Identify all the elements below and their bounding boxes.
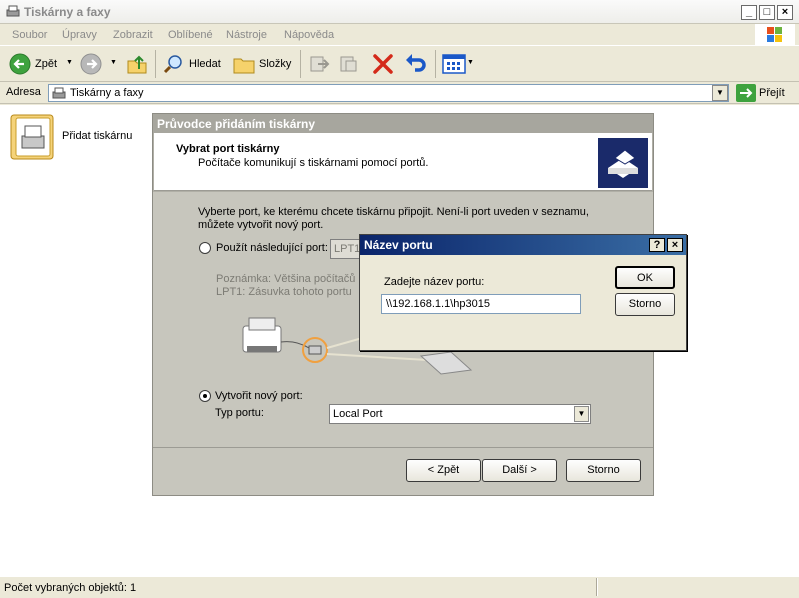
port-name-prompt: Zadejte název portu: (384, 276, 485, 288)
up-folder-icon[interactable] (126, 53, 148, 75)
menu-bar: Soubor Úpravy Zobrazit Oblíbené Nástroje… (0, 24, 799, 46)
views-icon[interactable] (442, 53, 466, 75)
create-new-port-radio[interactable] (199, 390, 211, 402)
menu-oblibene[interactable]: Oblíbené (168, 29, 213, 41)
forward-dropdown-icon[interactable]: ▼ (110, 59, 117, 66)
printer-folder-icon (52, 87, 66, 99)
create-new-port-label[interactable]: Vytvořit nový port: (215, 390, 303, 402)
existing-port-value: LPT1 (334, 243, 361, 255)
chevron-down-icon[interactable]: ▼ (574, 406, 589, 422)
window-title: Tiskárny a faxy (24, 5, 111, 19)
back-dropdown-icon[interactable]: ▼ (66, 59, 73, 66)
note-line1: Poznámka: Většina počítačů (216, 273, 356, 285)
add-printer-label[interactable]: Přidat tiskárnu (62, 130, 132, 142)
wizard-next-button[interactable]: Další > (482, 459, 557, 482)
minimize-button[interactable]: _ (741, 5, 757, 20)
port-type-label: Typ portu: (215, 407, 264, 419)
forward-arrow-icon[interactable] (80, 53, 102, 75)
views-dropdown-icon[interactable]: ▼ (467, 59, 474, 66)
port-type-select[interactable]: Local Port ▼ (329, 404, 591, 424)
windows-logo-icon (755, 24, 795, 46)
go-arrow-icon[interactable] (736, 84, 756, 102)
undo-icon[interactable] (403, 52, 427, 76)
close-button[interactable]: × (777, 5, 793, 20)
ok-button[interactable]: OK (615, 266, 675, 289)
dialog-close-button[interactable]: × (667, 238, 683, 252)
port-name-field[interactable] (382, 295, 580, 313)
note-line2: LPT1: Zásuvka tohoto portu (216, 286, 352, 298)
folders-button-label[interactable]: Složky (259, 58, 291, 70)
use-existing-port-label[interactable]: Použít následující port: (216, 242, 328, 254)
wizard-back-button[interactable]: < Zpět (406, 459, 481, 482)
wizard-divider (153, 447, 653, 448)
menu-nastroje[interactable]: Nástroje (226, 29, 267, 41)
dialog-cancel-button[interactable]: Storno (615, 293, 675, 316)
wizard-header-title: Vybrat port tiskárny (176, 143, 280, 155)
wizard-instruction-line2: můžete vytvořit nový port. (198, 219, 324, 231)
add-printer-icon (10, 114, 54, 160)
back-button-label[interactable]: Zpět (35, 58, 57, 70)
address-label: Adresa (6, 86, 41, 98)
use-existing-port-radio[interactable] (199, 242, 211, 254)
address-input[interactable]: Tiskárny a faxy ▼ (48, 84, 729, 102)
status-bar: Počet vybraných objektů: 1 (0, 576, 799, 598)
help-button[interactable]: ? (649, 238, 665, 252)
status-separator (596, 578, 598, 596)
toolbar-separator (300, 50, 301, 78)
folders-icon[interactable] (232, 53, 256, 75)
maximize-button[interactable]: □ (759, 5, 775, 20)
menu-upravy[interactable]: Úpravy (62, 29, 97, 41)
wizard-header-subtitle: Počítače komunikují s tiskárnami pomocí … (198, 157, 429, 169)
wizard-header: Vybrat port tiskárny Počítače komunikují… (154, 133, 652, 191)
port-name-dialog: Název portu ? × Zadejte název portu: OK … (359, 234, 687, 351)
menu-zobrazit[interactable]: Zobrazit (113, 29, 153, 41)
toolbar: Zpět ▼ ▼ Hledat Složky ▼ (0, 46, 799, 82)
address-dropdown-button[interactable]: ▼ (712, 85, 728, 101)
toolbar-separator (435, 50, 436, 78)
port-type-value: Local Port (333, 408, 383, 420)
port-name-input[interactable] (381, 294, 581, 314)
copy-to-icon[interactable] (338, 53, 360, 75)
menu-napoveda[interactable]: Nápověda (284, 29, 334, 41)
move-to-icon[interactable] (308, 53, 330, 75)
wizard-title: Průvodce přidáním tiskárny (153, 114, 653, 133)
search-icon[interactable] (162, 53, 186, 75)
add-printer-item[interactable] (10, 114, 54, 160)
address-value: Tiskárny a faxy (70, 87, 144, 99)
status-text: Počet vybraných objektů: 1 (4, 582, 137, 594)
menu-soubor[interactable]: Soubor (12, 29, 47, 41)
toolbar-separator (155, 50, 156, 78)
search-button-label[interactable]: Hledat (189, 58, 221, 70)
delete-icon[interactable] (371, 52, 395, 76)
printer-wizard-icon (598, 138, 648, 188)
go-button-label[interactable]: Přejít (759, 87, 785, 99)
wizard-instruction-line1: Vyberte port, ke kterému chcete tiskárnu… (198, 206, 589, 218)
title-bar: Tiskárny a faxy _ □ × (0, 0, 799, 24)
wizard-cancel-button[interactable]: Storno (566, 459, 641, 482)
printer-folder-icon (6, 5, 20, 17)
back-arrow-icon[interactable] (9, 53, 31, 75)
dialog-title: Název portu (360, 235, 686, 255)
